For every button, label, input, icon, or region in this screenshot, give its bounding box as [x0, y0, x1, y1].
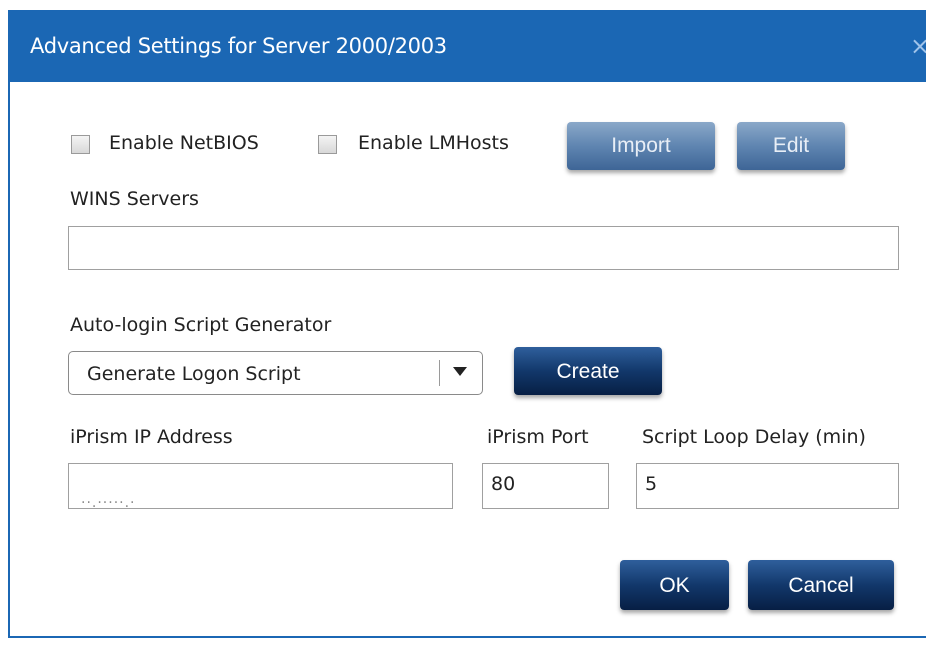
- ok-button[interactable]: OK: [620, 560, 729, 610]
- create-button[interactable]: Create: [514, 347, 662, 395]
- script-loop-delay-label: Script Loop Delay (min): [642, 426, 866, 448]
- cancel-button[interactable]: Cancel: [748, 560, 894, 610]
- iprism-ip-input[interactable]: ··.·····.·: [68, 463, 453, 511]
- iprism-ip-label: iPrism IP Address: [70, 426, 233, 448]
- enable-lmhosts-label[interactable]: Enable LMHosts: [358, 132, 509, 154]
- import-button[interactable]: Import: [567, 122, 715, 170]
- chevron-down-icon[interactable]: [453, 367, 467, 376]
- script-loop-delay-input[interactable]: 5: [636, 463, 899, 509]
- close-icon[interactable]: ×: [910, 32, 926, 60]
- select-separator: [439, 360, 440, 386]
- iprism-port-input[interactable]: 80: [482, 463, 609, 509]
- wins-servers-label: WINS Servers: [70, 188, 199, 210]
- title-bar[interactable]: Advanced Settings for Server 2000/2003 ×: [8, 10, 926, 82]
- auto-login-script-label: Auto-login Script Generator: [70, 314, 332, 336]
- enable-lmhosts-checkbox[interactable]: [318, 135, 337, 154]
- script-type-select[interactable]: Generate Logon Script: [68, 351, 483, 395]
- script-type-value: Generate Logon Script: [87, 363, 301, 385]
- dialog-border-left: [8, 82, 10, 637]
- enable-netbios-checkbox[interactable]: [71, 135, 90, 154]
- edit-button[interactable]: Edit: [737, 122, 845, 170]
- dialog-border-bottom: [8, 636, 926, 638]
- iprism-ip-value: ··.·····.·: [81, 495, 136, 511]
- wins-servers-input[interactable]: [68, 226, 899, 270]
- enable-netbios-label[interactable]: Enable NetBIOS: [109, 132, 259, 154]
- iprism-port-label: iPrism Port: [487, 426, 589, 448]
- dialog-title: Advanced Settings for Server 2000/2003: [30, 34, 447, 58]
- advanced-settings-dialog: Advanced Settings for Server 2000/2003 ×…: [0, 0, 926, 647]
